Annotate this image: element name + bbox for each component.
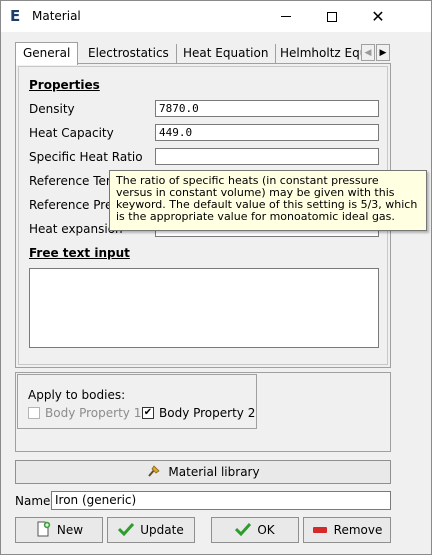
remove-button-label: Remove [333, 523, 383, 537]
apply-to-bodies-group: Apply to bodies: Body Property 1 ✔ Body … [17, 374, 257, 429]
specific-heat-ratio-input[interactable] [155, 148, 379, 165]
properties-heading: Properties [29, 78, 100, 92]
free-text-heading: Free text input [29, 246, 130, 260]
check-icon [118, 522, 135, 539]
material-library-button[interactable]: Material library [15, 460, 391, 484]
minus-icon [312, 523, 328, 537]
new-button-label: New [56, 523, 84, 537]
ok-button[interactable]: OK [211, 517, 299, 543]
tab-bar: General Electrostatics Heat Equation Hel… [15, 42, 391, 65]
checkmark-icon: ✔ [142, 407, 154, 419]
material-window: E Material ✕ General Electrostatics Heat… [0, 0, 432, 555]
tab-scroll-left-button[interactable]: ◀ [361, 44, 375, 61]
chevron-left-icon: ◀ [364, 47, 372, 58]
tab-helmholtz-equation[interactable]: Helmholtz Equati [273, 44, 361, 64]
tab-general[interactable]: General [15, 42, 79, 65]
check-icon [235, 522, 252, 539]
maximize-icon [327, 11, 337, 22]
elmer-logo-icon: E [10, 7, 21, 25]
update-button[interactable]: Update [107, 517, 195, 543]
heat-capacity-input[interactable]: 449.0 [155, 124, 379, 141]
minimize-icon [281, 16, 291, 17]
tooltip: The ratio of specific heats (in constant… [109, 170, 427, 231]
body-property-2-checkbox[interactable]: ✔ Body Property 2 [142, 406, 255, 420]
tab-electrostatics[interactable]: Electrostatics [81, 44, 177, 64]
apply-to-bodies-label: Apply to bodies: [28, 388, 126, 402]
free-text-input[interactable] [29, 268, 379, 348]
body-property-1-checkbox[interactable]: Body Property 1 [28, 406, 141, 420]
close-icon: ✕ [371, 6, 385, 26]
chevron-right-icon: ▶ [379, 47, 387, 58]
new-button[interactable]: New [15, 517, 103, 543]
material-library-label: Material library [168, 465, 260, 479]
bodies-frame: Apply to bodies: Body Property 1 ✔ Body … [15, 372, 391, 452]
broom-icon [146, 463, 162, 482]
density-label: Density [29, 102, 75, 116]
name-input[interactable]: Iron (generic) [51, 491, 391, 510]
ok-button-label: OK [257, 523, 275, 537]
window-title: Material [32, 9, 81, 23]
reference-temperature-label: Reference Tem [29, 174, 118, 188]
body-property-1-label: Body Property 1 [45, 406, 142, 420]
density-input[interactable]: 7870.0 [155, 100, 379, 117]
update-button-label: Update [140, 523, 184, 537]
tab-heat-equation[interactable]: Heat Equation [176, 44, 277, 64]
title-bar[interactable]: E Material ✕ [1, 1, 431, 32]
body-property-2-label: Body Property 2 [159, 406, 256, 420]
tab-scroll-right-button[interactable]: ▶ [376, 44, 390, 61]
name-label: Name: [15, 494, 55, 508]
heat-capacity-label: Heat Capacity [29, 126, 114, 140]
checkbox-box [28, 407, 40, 419]
maximize-button[interactable] [309, 1, 355, 32]
reference-pressure-label: Reference Pres [29, 198, 119, 212]
new-document-icon [35, 521, 51, 540]
close-button[interactable]: ✕ [355, 1, 401, 32]
specific-heat-ratio-label: Specific Heat Ratio [29, 150, 143, 164]
minimize-button[interactable] [263, 1, 309, 32]
remove-button[interactable]: Remove [303, 517, 391, 543]
